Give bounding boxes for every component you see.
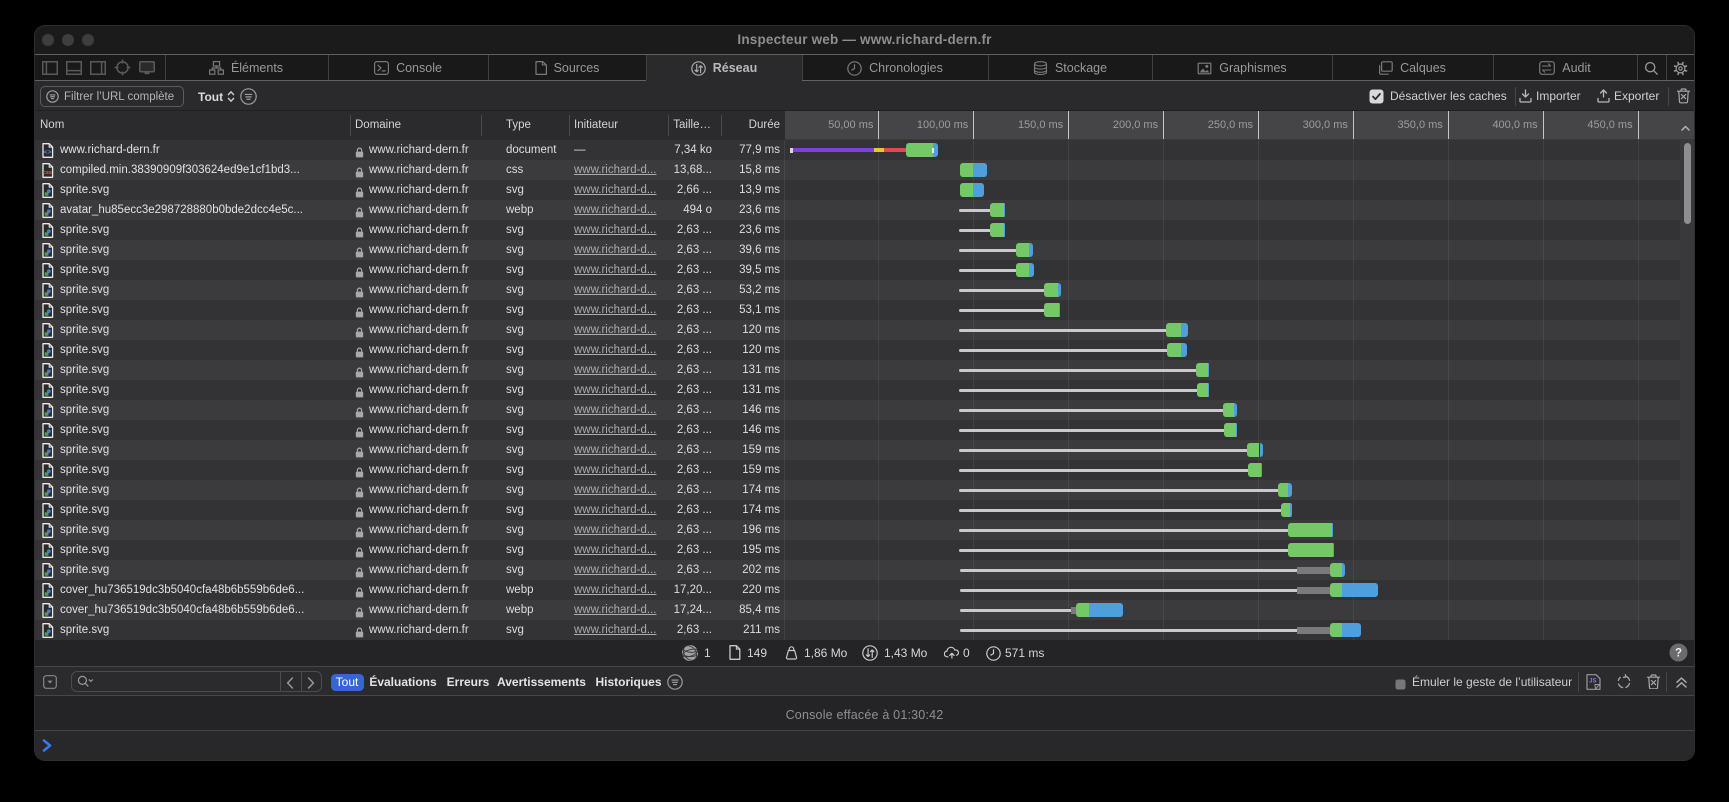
svg-text:JS: JS: [1589, 679, 1596, 685]
svg-text:css: css: [43, 170, 52, 176]
svg-text:<>: <>: [44, 149, 52, 156]
svg-text:?: ?: [1675, 647, 1682, 659]
